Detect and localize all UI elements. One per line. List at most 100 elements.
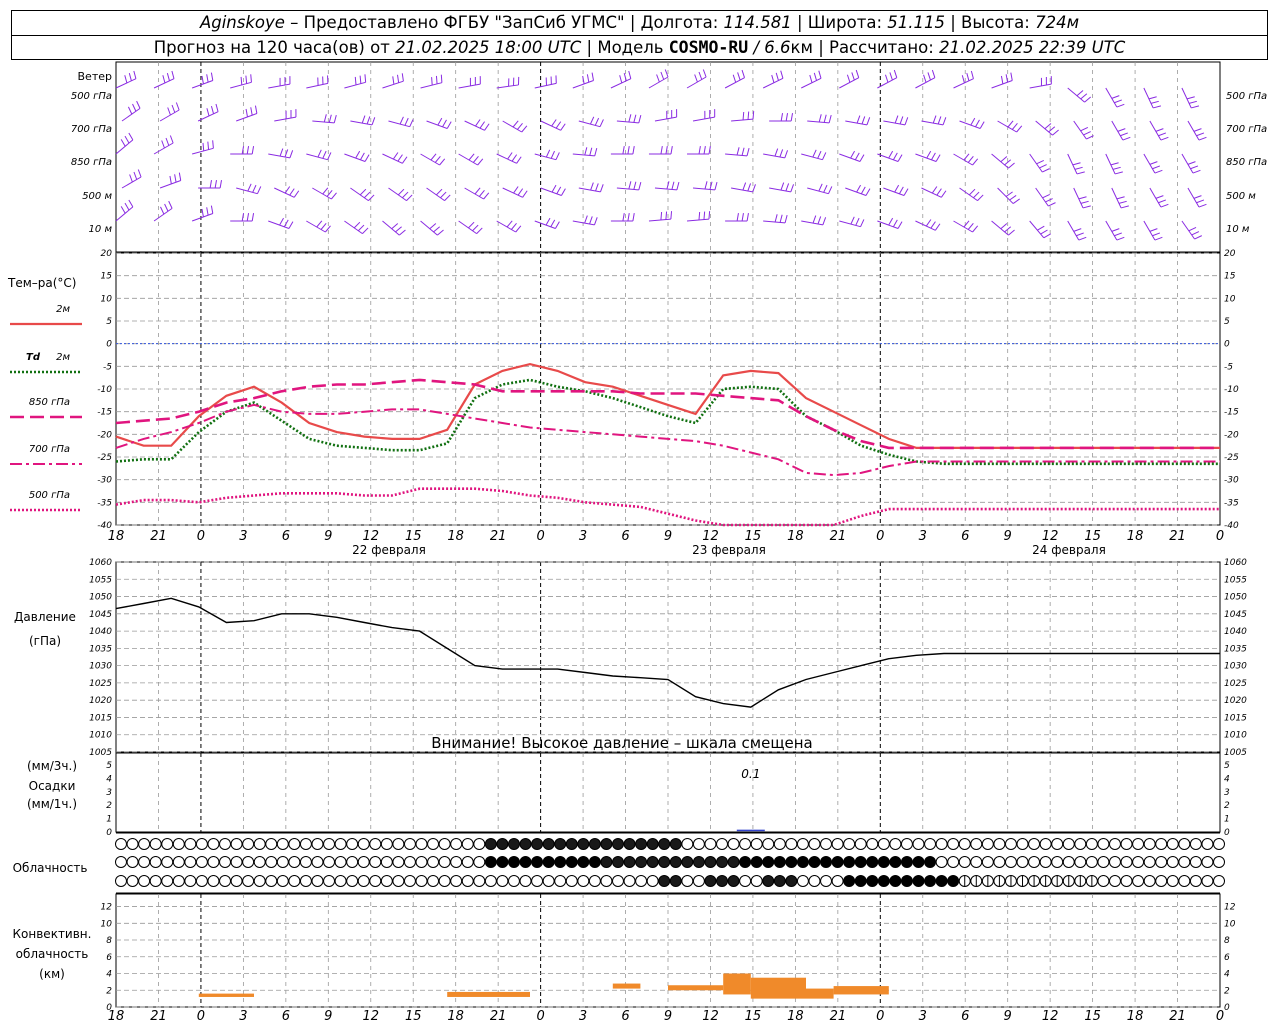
- wind-barb-feather: [1148, 96, 1157, 100]
- wind-barb-feather: [357, 224, 365, 232]
- wind-barb-feather: [1042, 193, 1050, 199]
- wind-barb-feather: [1116, 236, 1125, 241]
- wind-barb-feather: [1196, 132, 1205, 137]
- cloud-marker: [253, 856, 266, 868]
- wind-barb-feather: [212, 140, 214, 149]
- wind-barb: [654, 187, 677, 191]
- pressure-ytick-left: 1020: [89, 696, 112, 706]
- wind-level-label: 850 гПа: [71, 157, 112, 168]
- temp-ytick-left: -5: [103, 362, 112, 372]
- cloud-marker: [450, 875, 463, 887]
- cloud-marker: [1097, 838, 1110, 850]
- cloud-marker: [299, 875, 312, 887]
- temp-ytick-right: 20: [1224, 249, 1236, 259]
- precip-ytick-left: 4: [106, 774, 112, 784]
- wind-barb-feather: [865, 188, 871, 196]
- temp-x-tick: 15: [745, 529, 762, 544]
- cloud-marker: [126, 856, 139, 868]
- wind-barb-feather: [660, 146, 663, 155]
- wind-barb-feather: [245, 75, 248, 84]
- cloud-marker: [1201, 875, 1214, 887]
- wind-barb: [845, 120, 868, 126]
- cloud-marker: [750, 838, 763, 850]
- wind-barb-feather: [168, 200, 173, 209]
- wind-barb-feather: [963, 153, 970, 161]
- cloud-marker: [334, 838, 347, 850]
- wind-barb-feather: [861, 116, 866, 125]
- wind-barb-feather: [746, 213, 749, 222]
- wind-barb: [991, 220, 1009, 236]
- temp-ytick-left: -25: [97, 453, 112, 463]
- wind-barb: [458, 153, 478, 166]
- wind-barb-feather: [1078, 236, 1087, 241]
- wind-barb-feather: [973, 191, 980, 199]
- wind-barb-feather: [818, 70, 822, 79]
- wind-barb-feather: [171, 70, 175, 79]
- wind-barb: [420, 153, 440, 166]
- wind-barb-feather: [1080, 93, 1088, 100]
- wind-barb-feather: [937, 116, 942, 125]
- wind-barb-feather: [322, 150, 327, 159]
- wind-barb-feather: [468, 221, 475, 229]
- wind-barb-feather: [404, 117, 409, 126]
- wind-barb-feather: [694, 74, 698, 83]
- wind-barb: [648, 218, 671, 222]
- cloud-marker: [935, 856, 948, 868]
- wind-barb-feather: [1120, 132, 1128, 137]
- cloud-marker: [1132, 856, 1145, 868]
- conv-x-tick: 21: [1169, 1009, 1186, 1024]
- conv-x-tick: 6: [282, 1009, 290, 1024]
- cloud-marker-fill: [843, 856, 855, 868]
- wind-barb-feather: [555, 121, 562, 129]
- wind-barb-feather: [399, 116, 404, 125]
- wind-barb-feather: [703, 211, 706, 220]
- pressure-ytick-left: 1060: [89, 558, 112, 568]
- wind-barb-feather: [397, 154, 403, 162]
- wind-barb-feather: [1111, 228, 1120, 232]
- cloud-marker: [935, 838, 948, 850]
- cloud-marker: [172, 856, 185, 868]
- cloud-marker-fill: [520, 856, 532, 868]
- cloud-marker: [993, 838, 1006, 850]
- pressure-ytick-right: 1035: [1224, 644, 1247, 654]
- wind-barb-feather: [972, 225, 979, 233]
- wind-barb-feather: [961, 75, 965, 84]
- wind-barb-feather: [926, 150, 932, 159]
- cloud-marker: [138, 856, 151, 868]
- wind-level-label: 10 м: [89, 224, 113, 235]
- wind-barb-feather: [333, 115, 337, 124]
- cloud-marker: [357, 838, 370, 850]
- pressure-ytick-right: 1025: [1224, 679, 1247, 689]
- wind-barb-feather: [589, 116, 595, 125]
- cloud-marker-fill: [912, 856, 924, 868]
- cloud-marker: [947, 856, 960, 868]
- wind-barb-feather: [888, 150, 894, 159]
- wind-barb-feather: [1012, 198, 1020, 204]
- wind-barb-feather: [600, 184, 604, 192]
- cloud-marker: [796, 875, 809, 887]
- cloud-marker-fill: [889, 875, 901, 887]
- temp-ytick-right: -30: [1224, 476, 1239, 486]
- wind-barb: [725, 153, 748, 157]
- wind-barb-feather: [628, 181, 632, 190]
- conv-cloud-layer: [833, 986, 889, 995]
- wind-barb-feather: [586, 74, 590, 83]
- cloud-marker: [924, 838, 937, 850]
- wind-barb: [731, 118, 754, 122]
- cloud-marker: [796, 838, 809, 850]
- wind-barb-feather: [888, 217, 894, 226]
- cloud-marker: [1166, 875, 1179, 887]
- wind-barb-feather: [741, 147, 745, 156]
- cloud-marker: [507, 875, 520, 887]
- cloud-marker: [473, 838, 486, 850]
- wind-barb-feather: [1000, 156, 1008, 163]
- wind-barb: [191, 80, 213, 89]
- wind-barb-feather: [1008, 229, 1015, 236]
- wind-barb-feather: [1080, 126, 1089, 132]
- cloud-marker: [380, 875, 393, 887]
- cloud-marker: [172, 875, 185, 887]
- pressure-title: Давление: [14, 610, 76, 624]
- temp-ytick-right: -15: [1224, 408, 1239, 418]
- cloud-marker: [1028, 856, 1041, 868]
- temp-ytick-right: -5: [1224, 362, 1233, 372]
